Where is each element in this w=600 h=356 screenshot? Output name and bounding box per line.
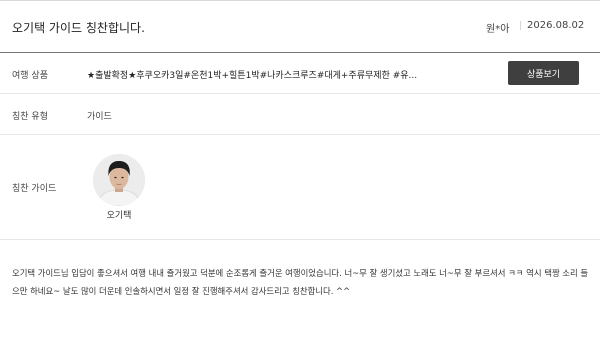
- praise-type-value: 가이드: [87, 112, 112, 122]
- product-name: ★출발확정★후쿠오카3일#온천1박+힐튼1박#나카스크루즈#대게+주류무제한 #…: [87, 71, 418, 81]
- review-text: 오기택 가이드님 입담이 좋으셔서 여행 내내 즐거웠고 덕분에 순조롭게 즐거…: [12, 268, 589, 296]
- post-header: 오기택 가이드 칭찬합니다. 원*아 | 2026.08.02: [0, 1, 600, 53]
- view-product-button[interactable]: 상품보기: [508, 61, 579, 85]
- guide-avatar: [93, 154, 145, 206]
- guide-name: 오기택: [106, 211, 132, 221]
- praise-guide-row: 칭찬 가이드 오기택: [0, 135, 600, 240]
- product-row: 여행 상품 ★출발확정★후쿠오카3일#온천1박+힐튼1박#나카스크루즈#대게+주…: [0, 53, 600, 94]
- product-label: 여행 상품: [12, 71, 48, 81]
- post-title: 오기택 가이드 칭찬합니다.: [12, 21, 145, 35]
- praise-guide-label: 칭찬 가이드: [12, 184, 57, 194]
- meta-divider: |: [519, 21, 523, 31]
- guide-photo-icon: [93, 154, 145, 206]
- post-date: 2026.08.02: [527, 20, 585, 31]
- praise-type-row: 칭찬 유형 가이드: [0, 94, 600, 135]
- post-author: 원*아: [486, 24, 510, 35]
- praise-type-label: 칭찬 유형: [12, 112, 48, 122]
